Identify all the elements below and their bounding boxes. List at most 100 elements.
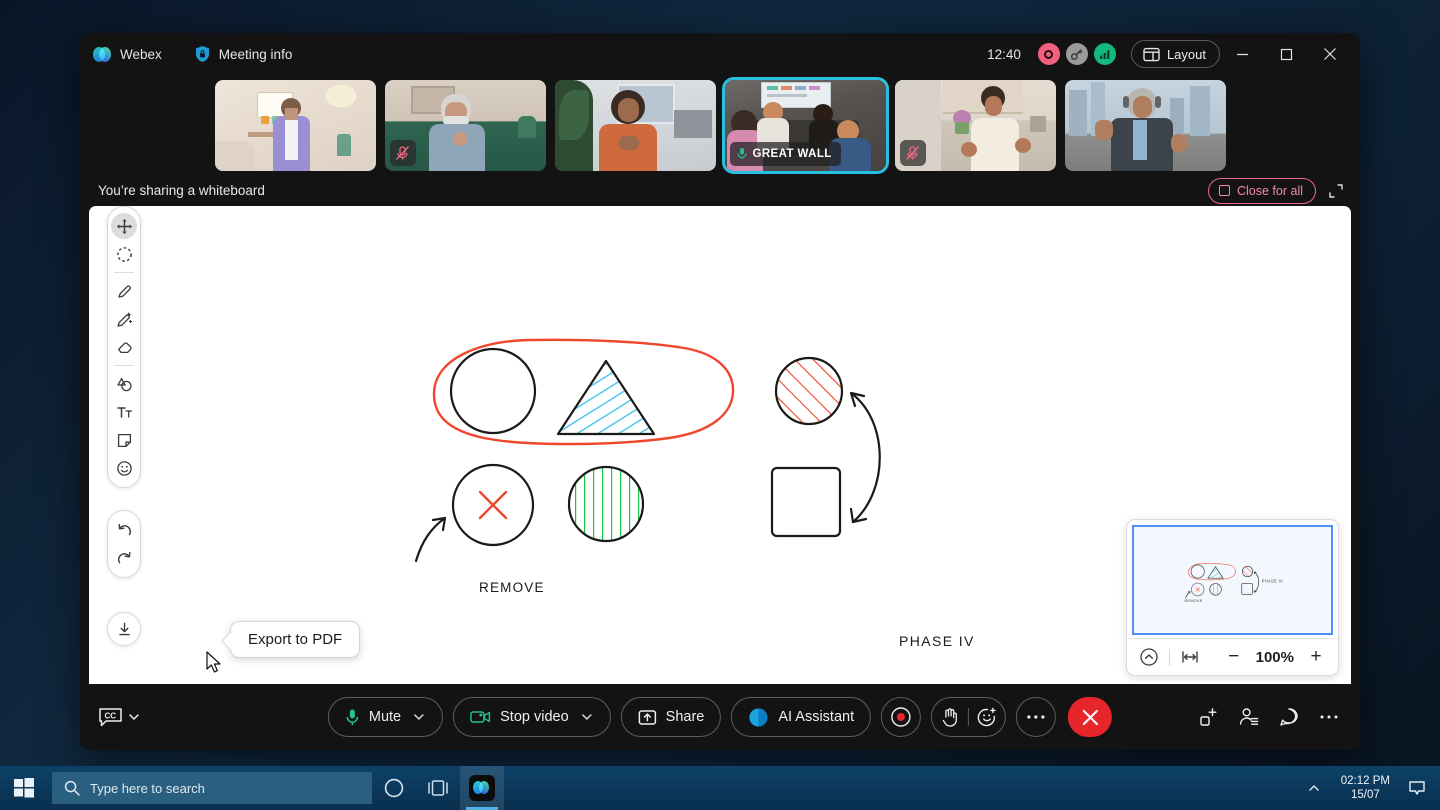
taskbar-clock[interactable]: 02:12 PM 15/07 [1331,766,1400,810]
export-to-pdf-button[interactable] [107,612,141,646]
participant-thumbnail[interactable] [554,79,716,171]
minimap-viewport[interactable]: PHASE IV REMOVE [1132,525,1333,635]
smart-pen-tool[interactable] [108,305,140,333]
participant-filmstrip: GREAT WALL [80,75,1360,175]
whiteboard-minimap-panel: PHASE IV REMOVE − 100% + [1126,519,1339,676]
collapse-chevron-icon[interactable] [1138,646,1160,668]
minimize-button[interactable] [1220,33,1264,75]
record-button[interactable] [881,697,922,737]
zoom-out-button[interactable]: − [1223,646,1245,668]
notifications-button[interactable] [1400,766,1434,810]
closed-captions-button[interactable]: CC [98,706,141,728]
app-name-label: Webex [120,46,162,62]
svg-text:CC: CC [105,711,117,720]
participant-thumbnail[interactable] [384,79,546,171]
zoom-in-button[interactable]: + [1305,646,1327,668]
shape-circle-plain [449,347,537,435]
close-for-all-button[interactable]: Close for all [1208,177,1316,204]
record-indicator-icon[interactable] [1037,43,1060,65]
fit-to-width-icon[interactable] [1179,646,1201,668]
task-view-icon[interactable] [416,766,460,810]
stop-video-button[interactable]: Stop video [453,697,611,737]
toolbar-divider [114,365,134,366]
webex-meeting-window: Webex Meeting info 12:40 Layout GREAT WA… [80,33,1360,750]
search-placeholder: Type here to search [90,780,205,796]
tool-group-primary [107,206,141,488]
windows-logo-icon [14,778,34,798]
webex-taskbar-icon[interactable] [460,766,504,810]
network-signal-icon[interactable] [1093,43,1116,65]
redo-button[interactable] [108,544,140,572]
share-button[interactable]: Share [620,697,722,737]
emoji-reaction-icon[interactable] [969,707,1005,727]
ai-assistant-button[interactable]: AI Assistant [731,697,872,737]
apps-button[interactable] [1196,704,1222,730]
meeting-info-button[interactable]: Meeting info [194,45,292,63]
expand-icon[interactable] [1326,181,1346,201]
raise-hand-icon[interactable] [932,707,968,727]
sticky-note-tool[interactable] [108,426,140,454]
participant-thumbnail[interactable] [1064,79,1226,171]
search-icon [64,780,80,796]
microphone-icon [346,709,359,725]
participant-thumbnail[interactable] [214,79,376,171]
mic-active-icon [736,148,747,159]
share-label: Share [665,709,705,725]
active-speaker-nameplate: GREAT WALL [729,141,841,166]
maximize-button[interactable] [1264,33,1308,75]
participant-name: GREAT WALL [752,147,832,160]
reactions-group[interactable] [931,697,1007,737]
shapes-tool[interactable] [108,370,140,398]
meeting-clock: 12:40 [987,46,1021,62]
participants-icon [1239,708,1259,725]
clock-time: 02:12 PM [1340,775,1390,787]
meeting-info-shield-icon [194,45,211,63]
chevron-up-icon [1309,785,1319,791]
move-tool[interactable] [108,212,140,240]
end-call-button[interactable] [1068,697,1113,737]
windows-start-button[interactable] [0,766,48,810]
layout-button[interactable]: Layout [1130,40,1220,68]
show-hidden-icons-button[interactable] [1297,766,1331,810]
cortana-icon[interactable] [372,766,416,810]
pen-tool[interactable] [108,277,140,305]
participant-thumbnail-active[interactable]: GREAT WALL [721,76,889,174]
remove-label: REMOVE [479,580,545,595]
notification-icon [1409,781,1425,795]
close-for-all-label: Close for all [1237,183,1303,198]
export-to-pdf-tooltip: Export to PDF [230,621,361,658]
participant-thumbnail[interactable] [894,79,1056,171]
closed-captions-icon: CC [99,708,122,727]
mute-button[interactable]: Mute [327,697,444,737]
app-title: Webex [93,46,162,63]
emoji-tool[interactable] [108,454,140,482]
shape-triangle-blue-hatch [556,359,656,436]
sharing-status-bar: You’re sharing a whiteboard Close for al… [80,175,1360,206]
zoom-level-label: 100% [1255,648,1294,666]
text-tool[interactable] [108,398,140,426]
share-screen-icon [638,709,656,725]
more-options-button[interactable] [1016,697,1057,737]
chat-button[interactable] [1276,704,1302,730]
close-button[interactable] [1308,33,1352,75]
controls-right-group [1196,704,1342,730]
camera-icon [470,711,491,723]
layout-label: Layout [1166,46,1206,62]
more-right-button[interactable] [1316,704,1342,730]
whiteboard-canvas-area[interactable]: PHASE IV REMOVE PHASE IV REMOVE − 100% + [89,206,1351,684]
undo-button[interactable] [108,516,140,544]
layout-icon [1143,47,1160,61]
minimap-zoom-bar: − 100% + [1127,638,1338,675]
search-input[interactable]: Type here to search [52,772,372,804]
encryption-key-icon[interactable] [1065,43,1088,65]
participants-button[interactable] [1236,704,1262,730]
shape-circle-red-hatch [774,356,844,426]
lasso-select-tool[interactable] [108,240,140,268]
titlebar-right-group: 12:40 Layout [987,33,1360,75]
eraser-tool[interactable] [108,333,140,361]
download-icon [118,622,130,635]
stop-share-square-icon [1219,185,1230,196]
system-tray: 02:12 PM 15/07 [1297,766,1440,810]
ai-assistant-label: AI Assistant [778,709,855,725]
whiteboard-toolbar [107,206,141,646]
